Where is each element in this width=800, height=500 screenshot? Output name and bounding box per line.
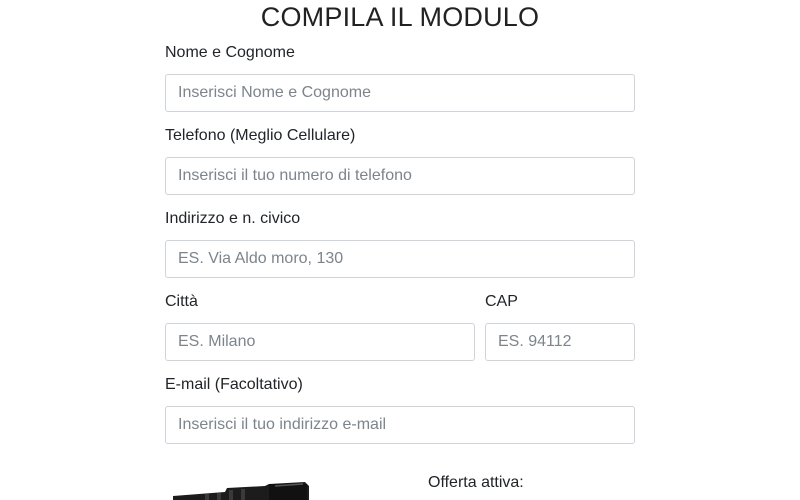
phone-field-group: Telefono (Meglio Cellulare) — [165, 125, 635, 195]
city-label: Città — [165, 293, 198, 310]
city-input[interactable] — [165, 323, 475, 361]
email-field-group: E-mail (Facoltativo) — [165, 374, 635, 444]
form-title: COMPILA IL MODULO — [260, 2, 540, 32]
address-label: Indirizzo e n. civico — [165, 210, 301, 227]
name-input[interactable] — [165, 74, 635, 112]
name-field-group: Nome e Cognome — [165, 42, 635, 112]
phone-label: Telefono (Meglio Cellulare) — [165, 127, 356, 144]
email-label: E-mail (Facoltativo) — [165, 376, 303, 393]
order-form-page: COMPILA IL MODULO Nome e Cognome Telefon… — [0, 0, 800, 500]
name-label: Nome e Cognome — [165, 44, 295, 61]
order-form: Nome e Cognome Telefono (Meglio Cellular… — [165, 42, 635, 457]
cap-field-group: CAP — [485, 291, 635, 361]
city-field-group: Città — [165, 291, 475, 361]
address-field-group: Indirizzo e n. civico — [165, 208, 635, 278]
city-cap-row: Città CAP — [165, 291, 635, 374]
offer-section: Offerta attiva: — [160, 466, 640, 500]
flashlight-product-image — [173, 482, 309, 500]
active-offer-label: Offerta attiva: — [428, 474, 524, 491]
cap-label: CAP — [485, 293, 518, 310]
address-input[interactable] — [165, 240, 635, 278]
phone-input[interactable] — [165, 157, 635, 195]
email-input[interactable] — [165, 406, 635, 444]
cap-input[interactable] — [485, 323, 635, 361]
